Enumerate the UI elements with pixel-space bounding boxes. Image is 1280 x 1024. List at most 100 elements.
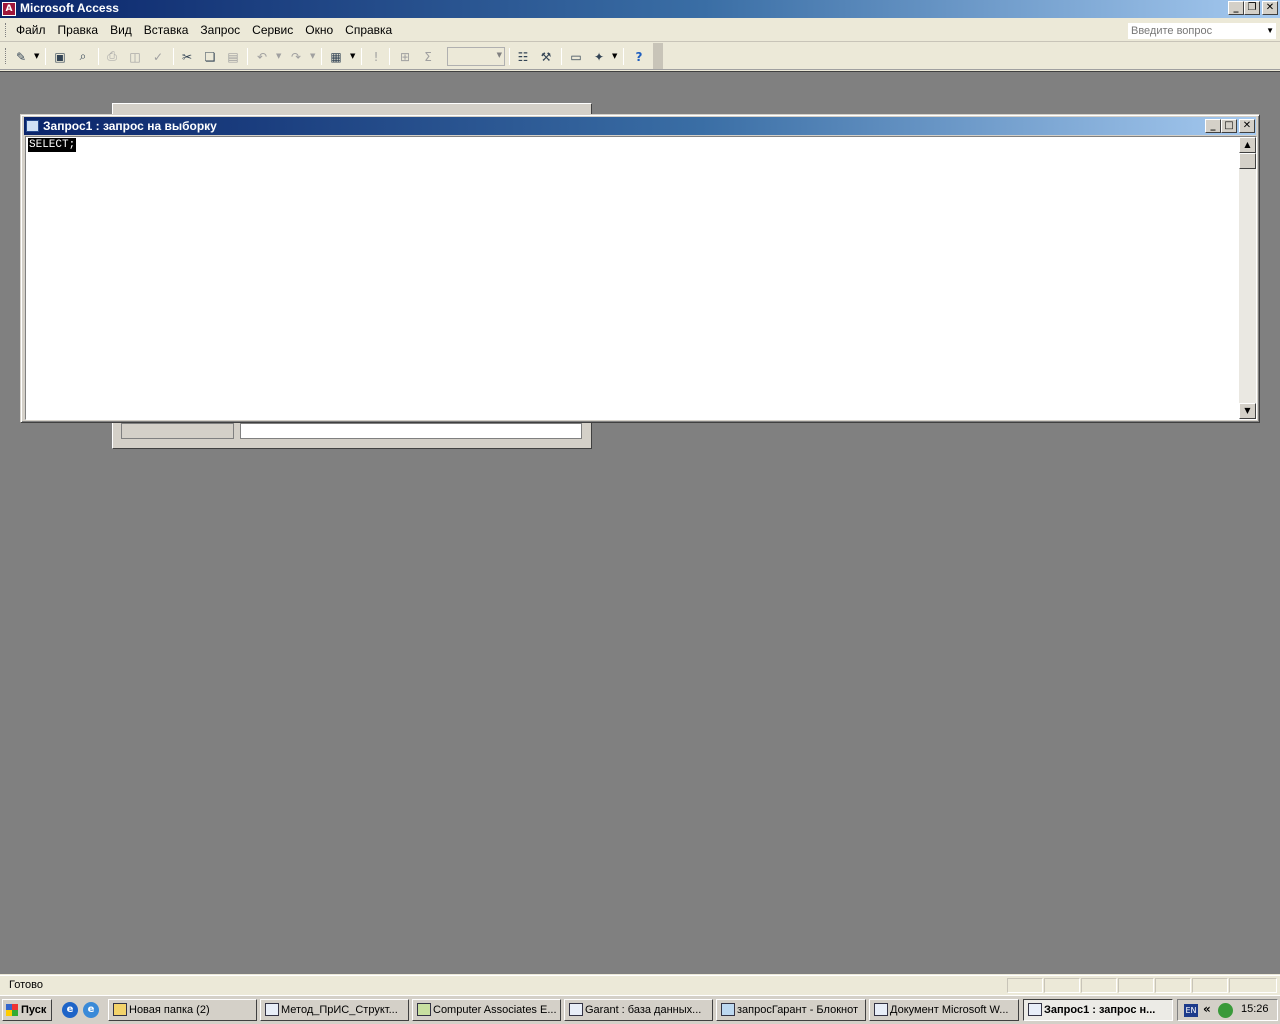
clock[interactable]: 15:26	[1241, 1003, 1269, 1015]
chevron-down-icon[interactable]: ▼	[34, 52, 39, 60]
browser-quicklaunch-icon[interactable]: e	[83, 1002, 99, 1018]
menubar-grip[interactable]	[5, 23, 8, 37]
internet-explorer-icon[interactable]: e	[62, 1002, 78, 1018]
query-window-title: Запрос1 : запрос на выборку	[43, 119, 217, 133]
close-button[interactable]: ✕	[1262, 1, 1278, 15]
totals-icon[interactable]: Σ	[418, 47, 438, 66]
properties-icon[interactable]: ☷	[513, 47, 533, 66]
database-window-icon[interactable]: ▭	[566, 47, 586, 66]
database-window-icon	[569, 1003, 583, 1016]
taskbar-button-label: Computer Associates E...	[433, 1004, 557, 1016]
design-grid-cell[interactable]	[121, 423, 234, 439]
menu-window[interactable]: Окно	[299, 19, 339, 42]
app-title: Microsoft Access	[20, 1, 119, 15]
query-design-toolbar: ✎ ▼ ▣ ⌕ ⎙ ◫ ✓ ✂ ❏ ▤ ↶ ▼ ↷ ▼ ▦ ▼ ! ⊞ Σ ▼ …	[0, 43, 1280, 70]
query-window-titlebar[interactable]: Запрос1 : запрос на выборку _ □ ✕	[24, 117, 1256, 135]
application-icon	[417, 1003, 431, 1016]
taskbar-button[interactable]: Документ Microsoft W...	[869, 999, 1019, 1021]
help-icon[interactable]: ?	[629, 47, 649, 66]
tray-app-icon[interactable]	[1218, 1003, 1233, 1018]
language-indicator[interactable]: EN	[1184, 1004, 1198, 1017]
print-preview-icon[interactable]: ◫	[125, 47, 145, 66]
run-icon[interactable]: !	[366, 47, 386, 66]
menu-tools[interactable]: Сервис	[246, 19, 299, 42]
show-table-icon[interactable]: ⊞	[395, 47, 415, 66]
status-panel	[1192, 978, 1228, 993]
taskbar-button-label: Запрос1 : запрос н...	[1044, 1004, 1156, 1016]
taskbar-button-label: Документ Microsoft W...	[890, 1004, 1009, 1016]
toolbar-options-icon[interactable]	[653, 43, 663, 69]
view-icon[interactable]: ✎	[11, 47, 31, 66]
status-panel	[1229, 978, 1277, 993]
start-label: Пуск	[21, 1004, 47, 1016]
design-grid-cell[interactable]	[240, 423, 582, 439]
chevron-left-icon[interactable]: «	[1203, 1002, 1211, 1016]
status-panel	[1118, 978, 1154, 993]
status-panel	[1155, 978, 1191, 993]
taskbar-button-active[interactable]: Запрос1 : запрос н...	[1023, 999, 1173, 1021]
query-sql-window[interactable]: Запрос1 : запрос на выборку _ □ ✕ SELECT…	[20, 114, 1260, 423]
toolbar-grip[interactable]	[5, 48, 8, 64]
minimize-button[interactable]: _	[1228, 1, 1244, 15]
start-button[interactable]: Пуск	[2, 999, 52, 1021]
menu-edit[interactable]: Правка	[52, 19, 105, 42]
new-object-icon[interactable]: ✦	[589, 47, 609, 66]
scroll-up-icon[interactable]: ▲	[1239, 137, 1256, 153]
scroll-thumb[interactable]	[1239, 153, 1256, 169]
copy-icon[interactable]: ❏	[200, 47, 220, 66]
builder-icon[interactable]: ⚒	[536, 47, 556, 66]
save-icon[interactable]: ▣	[50, 47, 70, 66]
word-document-icon	[874, 1003, 888, 1016]
spelling-icon[interactable]: ✓	[148, 47, 168, 66]
cut-icon[interactable]: ✂	[177, 47, 197, 66]
windows-taskbar: Пуск e e Новая папка (2) Метод_ПрИС_Стру…	[0, 995, 1280, 1024]
chevron-down-icon[interactable]: ▼	[497, 51, 502, 59]
ask-question-input[interactable]: Введите вопрос ▼	[1127, 22, 1277, 40]
undo-icon[interactable]: ↶	[252, 47, 272, 66]
print-icon[interactable]: ⎙	[102, 47, 122, 66]
taskbar-button-label: Garant : база данных...	[585, 1004, 702, 1016]
chevron-down-icon[interactable]: ▼	[1266, 23, 1274, 39]
menu-query[interactable]: Запрос	[194, 19, 246, 42]
paste-icon[interactable]: ▤	[223, 47, 243, 66]
chevron-down-icon[interactable]: ▼	[310, 52, 315, 60]
minimize-button[interactable]: _	[1205, 119, 1221, 133]
chevron-down-icon[interactable]: ▼	[612, 52, 617, 60]
scroll-down-icon[interactable]: ▼	[1239, 403, 1256, 419]
menu-insert[interactable]: Вставка	[138, 19, 195, 42]
redo-icon[interactable]: ↷	[286, 47, 306, 66]
taskbar-button[interactable]: запросГарант - Блокнот	[716, 999, 866, 1021]
top-values-combo[interactable]: ▼	[447, 47, 505, 66]
vertical-scrollbar[interactable]: ▲ ▼	[1239, 137, 1256, 419]
sql-editor[interactable]: SELECT; ▲ ▼	[25, 136, 1257, 420]
status-panel	[1007, 978, 1043, 993]
windows-logo-icon	[6, 1004, 18, 1016]
taskbar-button[interactable]: Метод_ПрИС_Структ...	[260, 999, 409, 1021]
app-titlebar[interactable]: A Microsoft Access _ ❐ ✕	[0, 0, 1280, 18]
query-type-icon[interactable]: ▦	[326, 47, 346, 66]
status-panel	[1044, 978, 1080, 993]
menu-bar: Файл Правка Вид Вставка Запрос Сервис Ок…	[0, 19, 1280, 42]
menu-view[interactable]: Вид	[104, 19, 138, 42]
notepad-icon	[721, 1003, 735, 1016]
search-icon[interactable]: ⌕	[73, 47, 93, 66]
menu-file[interactable]: Файл	[10, 19, 52, 42]
status-text: Готово	[9, 979, 43, 991]
taskbar-button[interactable]: Новая папка (2)	[108, 999, 257, 1021]
chevron-down-icon[interactable]: ▼	[350, 52, 355, 60]
status-bar: Готово	[0, 975, 1280, 995]
taskbar-button[interactable]: Computer Associates E...	[412, 999, 561, 1021]
taskbar-button[interactable]: Garant : база данных...	[564, 999, 713, 1021]
mdi-client-area: Запрос1 : запрос на выборку _ □ ✕ SELECT…	[0, 71, 1280, 974]
restore-button[interactable]: ❐	[1244, 1, 1260, 15]
taskbar-button-label: запросГарант - Блокнот	[737, 1004, 858, 1016]
close-button[interactable]: ✕	[1239, 119, 1255, 133]
menu-help[interactable]: Справка	[339, 19, 398, 42]
maximize-button[interactable]: □	[1221, 119, 1237, 133]
status-panel	[1081, 978, 1117, 993]
query-icon[interactable]	[26, 120, 39, 132]
sql-text[interactable]: SELECT;	[28, 138, 77, 152]
access-app-icon[interactable]: A	[2, 2, 16, 16]
chevron-down-icon[interactable]: ▼	[276, 52, 281, 60]
system-tray: EN « 15:26	[1177, 999, 1278, 1021]
